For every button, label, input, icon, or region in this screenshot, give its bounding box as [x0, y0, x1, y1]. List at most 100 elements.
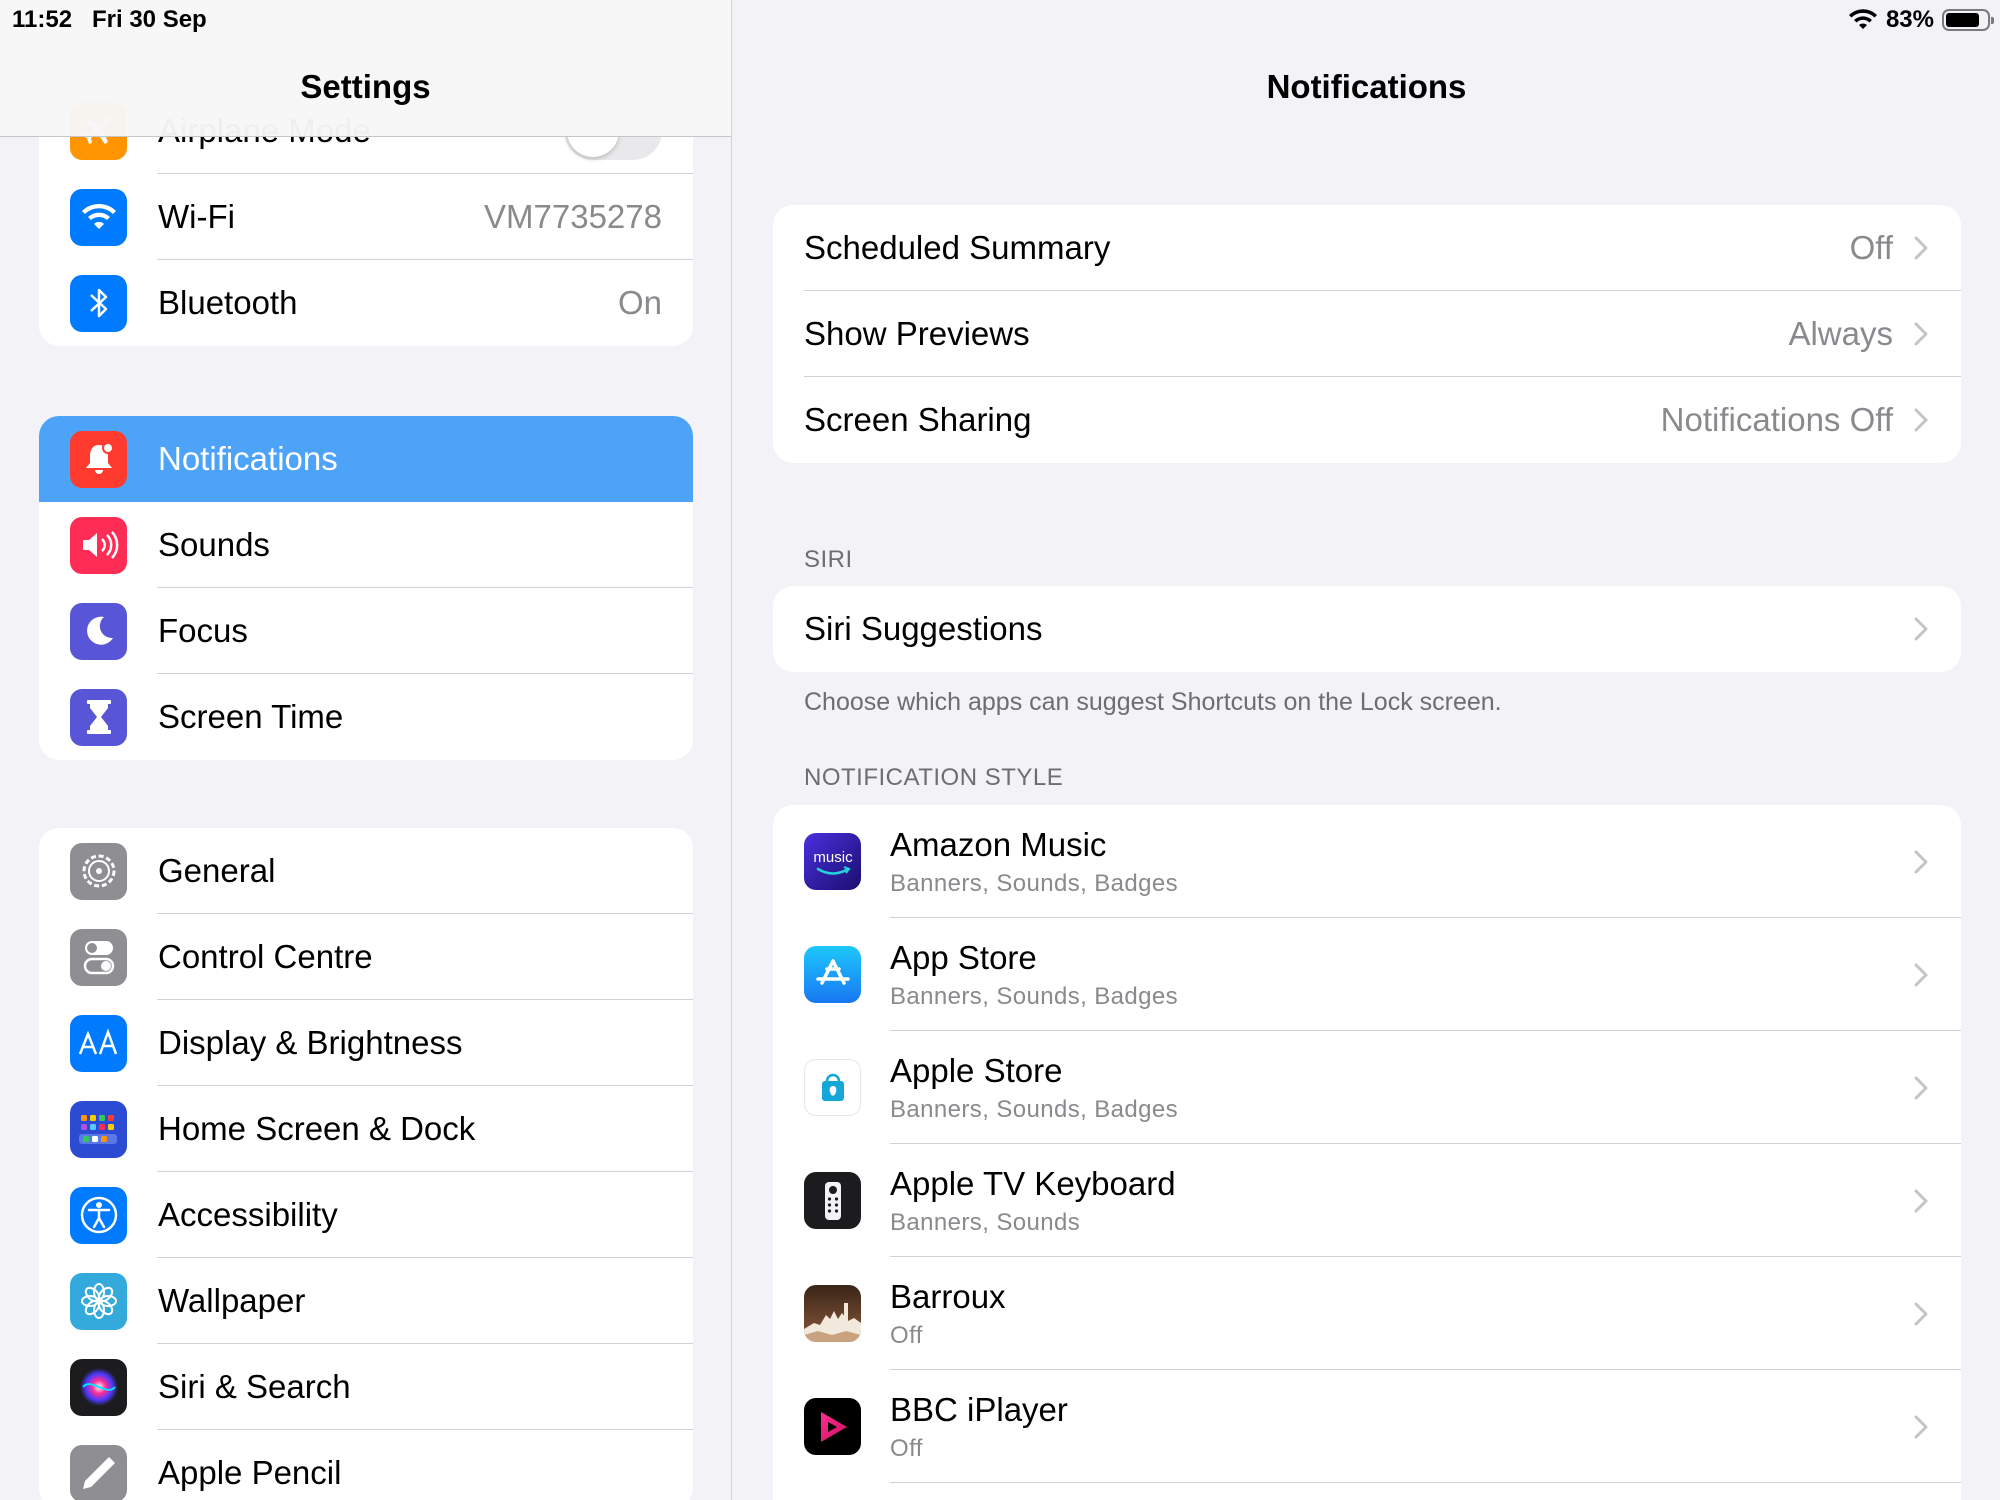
apple-tv-remote-icon — [804, 1172, 861, 1229]
row-value: Off — [1849, 229, 1893, 266]
sidebar-item-wifi[interactable]: Wi-Fi VM7735278 — [39, 174, 693, 260]
barroux-icon — [804, 1285, 861, 1342]
siri-suggestions-row[interactable]: Siri Suggestions — [773, 586, 1961, 672]
pencil-icon — [70, 1444, 127, 1500]
hourglass-icon — [70, 688, 127, 746]
chevron-right-icon — [1914, 617, 1928, 641]
sidebar-item-label: Focus — [158, 612, 248, 649]
app-name: BBC iPlayer — [890, 1390, 1068, 1428]
sidebar-item-label: Control Centre — [158, 938, 373, 975]
sidebar-item-sounds[interactable]: Sounds — [39, 502, 693, 588]
row-label: Show Previews — [804, 315, 1030, 352]
gear-icon — [70, 842, 127, 900]
sidebar-item-label: Sounds — [158, 526, 270, 563]
chevron-right-icon — [1914, 322, 1928, 346]
chevron-right-icon — [1914, 1302, 1928, 1325]
apple-store-icon — [804, 1059, 861, 1116]
app-row-bbc-iplayer[interactable]: BBC iPlayer Off — [773, 1370, 1961, 1483]
sidebar-item-home-screen-dock[interactable]: Home Screen & Dock — [39, 1086, 693, 1172]
chevron-right-icon — [1914, 1076, 1928, 1099]
screen-sharing-row[interactable]: Screen Sharing Notifications Off — [773, 377, 1961, 463]
app-notification-style: Banners, Sounds — [890, 1208, 1081, 1236]
sidebar-item-control-centre[interactable]: Control Centre — [39, 914, 693, 1000]
sidebar-item-label: Display & Brightness — [158, 1024, 463, 1061]
status-time: 11:52 — [12, 6, 73, 33]
siri-footnote: Choose which apps can suggest Shortcuts … — [804, 688, 1502, 716]
status-bar: 11:52 Fri 30 Sep 83% — [0, 0, 2000, 40]
app-list-card: music Amazon Music Banners, Sounds, Badg… — [773, 805, 1961, 1500]
app-name: App Store — [890, 938, 1037, 976]
sidebar-item-screen-time[interactable]: Screen Time — [39, 674, 693, 760]
chevron-right-icon — [1914, 1189, 1928, 1212]
siri-section-header: SIRI — [804, 546, 853, 573]
wifi-network-name: VM7735278 — [484, 198, 662, 235]
app-row-apple-store[interactable]: Apple Store Banners, Sounds, Badges — [773, 1031, 1961, 1144]
siri-card: Siri Suggestions — [773, 586, 1961, 672]
chevron-right-icon — [1914, 963, 1928, 986]
sidebar-item-label: Siri & Search — [158, 1368, 351, 1405]
grid-icon — [70, 1100, 127, 1158]
sidebar-item-display-brightness[interactable]: Display & Brightness — [39, 1000, 693, 1086]
sidebar-item-focus[interactable]: Focus — [39, 588, 693, 674]
sidebar-item-label: Home Screen & Dock — [158, 1110, 476, 1147]
sidebar-item-label: Wallpaper — [158, 1282, 306, 1319]
music-icon-text: music — [813, 849, 853, 866]
app-name: Apple Store — [890, 1051, 1063, 1089]
sidebar-item-label: Apple Pencil — [158, 1454, 342, 1491]
accessibility-icon — [70, 1186, 127, 1244]
app-row-amazon-music[interactable]: music Amazon Music Banners, Sounds, Badg… — [773, 805, 1961, 918]
app-name: Amazon Music — [890, 825, 1107, 863]
detail-title: Notifications — [1266, 68, 1467, 105]
row-label: Screen Sharing — [804, 401, 1032, 438]
chevron-right-icon — [1914, 1415, 1928, 1438]
app-row-app-store[interactable]: App Store Banners, Sounds, Badges — [773, 918, 1961, 1031]
app-row-apple-tv-keyboard[interactable]: Apple TV Keyboard Banners, Sounds — [773, 1144, 1961, 1257]
bell-icon — [70, 430, 127, 488]
scheduled-summary-row[interactable]: Scheduled Summary Off — [773, 205, 1961, 291]
sidebar-item-label: Accessibility — [158, 1196, 338, 1233]
battery-icon — [1942, 9, 1994, 31]
sidebar-title: Settings — [300, 68, 431, 105]
notifications-detail-pane[interactable]: Notifications Scheduled Summary Off Show… — [733, 0, 2000, 1500]
sidebar-item-label: Screen Time — [158, 698, 344, 735]
system-group: General Control Centre Display & Brightn… — [39, 828, 693, 1500]
battery-level — [1946, 13, 1980, 27]
sidebar-item-accessibility[interactable]: Accessibility — [39, 1172, 693, 1258]
sidebar-item-label: Bluetooth — [158, 284, 298, 321]
app-name: Apple TV Keyboard — [890, 1164, 1176, 1202]
app-notification-style: Banners, Sounds, Badges — [890, 869, 1179, 897]
sidebar-item-siri-search[interactable]: Siri & Search — [39, 1344, 693, 1430]
row-divider — [890, 1482, 1961, 1483]
text-size-icon — [70, 1014, 127, 1072]
app-store-icon — [804, 946, 861, 1003]
notification-style-header: NOTIFICATION STYLE — [804, 764, 1064, 791]
bbc-iplayer-icon — [804, 1398, 861, 1455]
show-previews-row[interactable]: Show Previews Always — [773, 291, 1961, 377]
row-value: Notifications Off — [1660, 401, 1893, 438]
flower-icon — [70, 1272, 127, 1330]
bluetooth-icon — [70, 274, 127, 332]
row-value: Always — [1788, 315, 1893, 352]
switches-icon — [70, 928, 127, 986]
app-notification-style: Off — [890, 1434, 923, 1462]
sidebar-item-bluetooth[interactable]: Bluetooth On — [39, 260, 693, 346]
battery-percent: 83% — [1885, 6, 1934, 33]
app-row-barroux[interactable]: Barroux Off — [773, 1257, 1961, 1370]
row-label: Siri Suggestions — [804, 610, 1043, 647]
amazon-music-icon: music — [804, 833, 861, 890]
sidebar-item-general[interactable]: General — [39, 828, 693, 914]
notification-settings-card: Scheduled Summary Off Show Previews Alwa… — [773, 205, 1961, 463]
sidebar-item-apple-pencil[interactable]: Apple Pencil — [39, 1430, 693, 1500]
sidebar-item-label: Notifications — [158, 440, 338, 477]
settings-sidebar[interactable]: Settings Airplane Mode Wi-Fi VM7735278 — [0, 0, 732, 1500]
wifi-signal-icon — [1848, 9, 1877, 29]
sidebar-item-notifications[interactable]: Notifications — [39, 416, 693, 502]
bluetooth-status: On — [617, 284, 662, 321]
moon-icon — [70, 602, 127, 660]
sidebar-item-wallpaper[interactable]: Wallpaper — [39, 1258, 693, 1344]
chevron-right-icon — [1914, 408, 1928, 432]
status-date: Fri 30 Sep — [92, 6, 207, 33]
siri-icon — [70, 1358, 127, 1416]
notifications-group: Notifications Sounds Focus Screen Time — [39, 416, 693, 760]
wifi-icon — [70, 188, 127, 246]
